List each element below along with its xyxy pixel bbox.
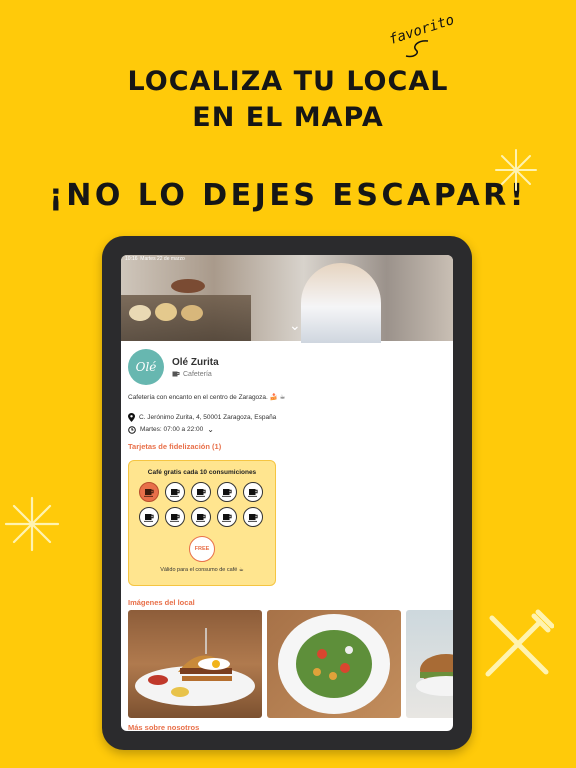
headline-title: LOCALIZA TU LOCAL EN EL MAPA xyxy=(0,64,576,136)
status-time: 10:16 xyxy=(125,256,138,262)
gallery-image-salad[interactable] xyxy=(267,610,401,718)
category-label: Cafetería xyxy=(183,370,212,378)
stamp-filled xyxy=(139,482,159,502)
stamp-grid xyxy=(139,482,265,527)
hours-row[interactable]: Martes: 07:00 a 22:00 ⌄ xyxy=(128,425,446,434)
business-name: Olé Zurita xyxy=(172,356,219,368)
stamp-empty xyxy=(165,482,185,502)
coffee-cup-icon xyxy=(221,488,232,497)
status-bar: 10:16 Martes 22 de marzo xyxy=(125,256,185,262)
stamp-empty xyxy=(217,482,237,502)
coffee-cup-icon xyxy=(172,371,180,376)
business-logo: Olé xyxy=(128,349,164,385)
coffee-cup-icon xyxy=(247,513,258,522)
address-text: C. Jerónimo Zurita, 4, 50001 Zaragoza, E… xyxy=(139,414,277,421)
tagline: ¡NO LO DEJES ESCAPAR! xyxy=(49,178,527,213)
coffee-cup-icon xyxy=(221,513,232,522)
coffee-cup-icon xyxy=(143,513,154,522)
hours-text: Martes: 07:00 a 22:00 xyxy=(140,426,204,433)
clock-icon xyxy=(128,425,136,434)
status-date: Martes 22 de marzo xyxy=(140,256,185,262)
coffee-cup-icon xyxy=(247,488,258,497)
stamp-empty xyxy=(139,507,159,527)
free-reward-badge: FREE xyxy=(189,536,215,562)
business-description: Cafetería con encanto en el centro de Za… xyxy=(128,394,286,401)
headline-line-2: EN EL MAPA xyxy=(192,102,384,133)
coffee-cup-icon xyxy=(169,513,180,522)
gallery-image-burger[interactable] xyxy=(128,610,262,718)
stamp-empty xyxy=(243,507,263,527)
loyalty-section-title: Tarjetas de fidelización (1) xyxy=(128,442,222,451)
business-category: Cafetería xyxy=(172,371,219,378)
coffee-cup-icon xyxy=(169,488,180,497)
coffee-cup-icon xyxy=(195,488,206,497)
images-section-title: Imágenes del local xyxy=(128,598,195,607)
loyalty-card[interactable]: Café gratis cada 10 consumiciones FREE V… xyxy=(128,460,276,586)
stamp-empty xyxy=(243,482,263,502)
coffee-cup-icon xyxy=(195,513,206,522)
more-about-section-title: Más sobre nosotros xyxy=(128,723,200,731)
business-header: Olé Olé Zurita Cafetería xyxy=(128,349,446,385)
stamp-empty xyxy=(217,507,237,527)
sparkle-icon xyxy=(495,149,537,191)
loyalty-card-title: Café gratis cada 10 consumiciones xyxy=(147,469,257,476)
tablet-frame: 10:16 Martes 22 de marzo ⌄ Olé Olé Zurit… xyxy=(102,236,472,750)
cutlery-icon xyxy=(485,609,554,677)
chevron-down-icon[interactable]: ⌄ xyxy=(207,425,214,434)
loyalty-card-footer: Válido para el consumo de café ☕ xyxy=(160,567,244,573)
header-photo: 10:16 Martes 22 de marzo ⌄ xyxy=(121,255,453,343)
collapse-chevron-icon[interactable]: ⌄ xyxy=(289,317,301,334)
app-screen: 10:16 Martes 22 de marzo ⌄ Olé Olé Zurit… xyxy=(121,255,453,731)
stamp-empty xyxy=(165,507,185,527)
headline-line-1: LOCALIZA TU LOCAL xyxy=(127,66,449,97)
coffee-cup-icon xyxy=(143,488,154,497)
address-row[interactable]: C. Jerónimo Zurita, 4, 50001 Zaragoza, E… xyxy=(128,413,446,422)
location-pin-icon xyxy=(128,413,135,422)
stamp-empty xyxy=(191,482,211,502)
stamp-empty xyxy=(191,507,211,527)
sparkle-icon xyxy=(4,496,60,552)
gallery-image-3[interactable] xyxy=(406,610,453,718)
curly-arrow-icon xyxy=(405,40,429,58)
image-gallery[interactable] xyxy=(128,610,453,718)
